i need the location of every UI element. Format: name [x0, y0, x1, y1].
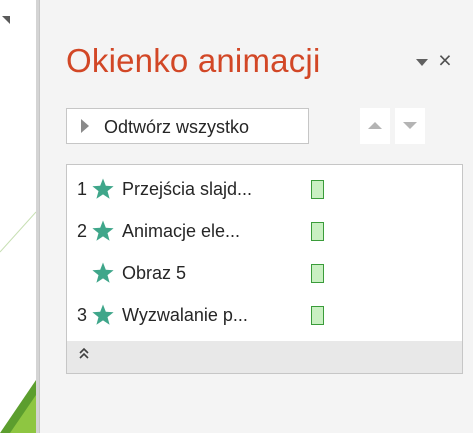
star-icon — [92, 262, 114, 283]
arrow-down-icon — [403, 122, 417, 129]
animation-number: 2 — [77, 221, 88, 241]
star-icon — [92, 178, 114, 199]
animation-item[interactable]: 3 Wyzwalanie p... — [67, 299, 462, 333]
dropdown-triangle-icon — [416, 59, 428, 66]
animation-pane: Okienko animacji × Odtwórz wszystko 1 Pr… — [40, 0, 473, 433]
play-triangle-icon — [81, 119, 89, 133]
pane-options-menu[interactable] — [414, 56, 430, 70]
animation-label: Wyzwalanie p... — [122, 305, 248, 325]
animation-number: 1 — [77, 179, 88, 199]
play-all-button[interactable]: Odtwórz wszystko — [66, 108, 309, 144]
pane-title: Okienko animacji — [66, 42, 321, 79]
close-button[interactable]: × — [434, 48, 456, 72]
slide-canvas-edge — [0, 0, 36, 433]
animation-item[interactable]: Obraz 5 — [67, 257, 462, 291]
move-earlier-button[interactable] — [360, 108, 390, 144]
timing-bar[interactable] — [311, 306, 324, 325]
animation-label: Animacje ele... — [122, 221, 241, 241]
timing-bar[interactable] — [311, 264, 324, 283]
animation-list: 1 Przejścia slajd... 2 Animacje ele... O… — [66, 164, 463, 374]
animation-number: 3 — [77, 305, 88, 325]
move-later-button[interactable] — [395, 108, 425, 144]
animation-label: Przejścia slajd... — [122, 179, 253, 199]
star-icon — [92, 304, 114, 325]
double-chevron-up-icon — [79, 347, 89, 359]
star-icon — [92, 220, 114, 241]
slide-pane-toggle-icon[interactable] — [2, 16, 10, 24]
slide-decoration — [0, 12, 36, 433]
animation-item[interactable]: 2 Animacje ele... — [67, 215, 462, 249]
slide-decor-line — [0, 211, 36, 253]
animation-item[interactable]: 1 Przejścia slajd... — [67, 173, 462, 207]
animation-label: Obraz 5 — [122, 263, 187, 283]
timing-bar[interactable] — [311, 180, 324, 199]
collapse-contents-button[interactable] — [67, 341, 462, 373]
arrow-up-icon — [368, 122, 382, 129]
play-all-label: Odtwórz wszystko — [104, 117, 250, 137]
timing-bar[interactable] — [311, 222, 324, 241]
